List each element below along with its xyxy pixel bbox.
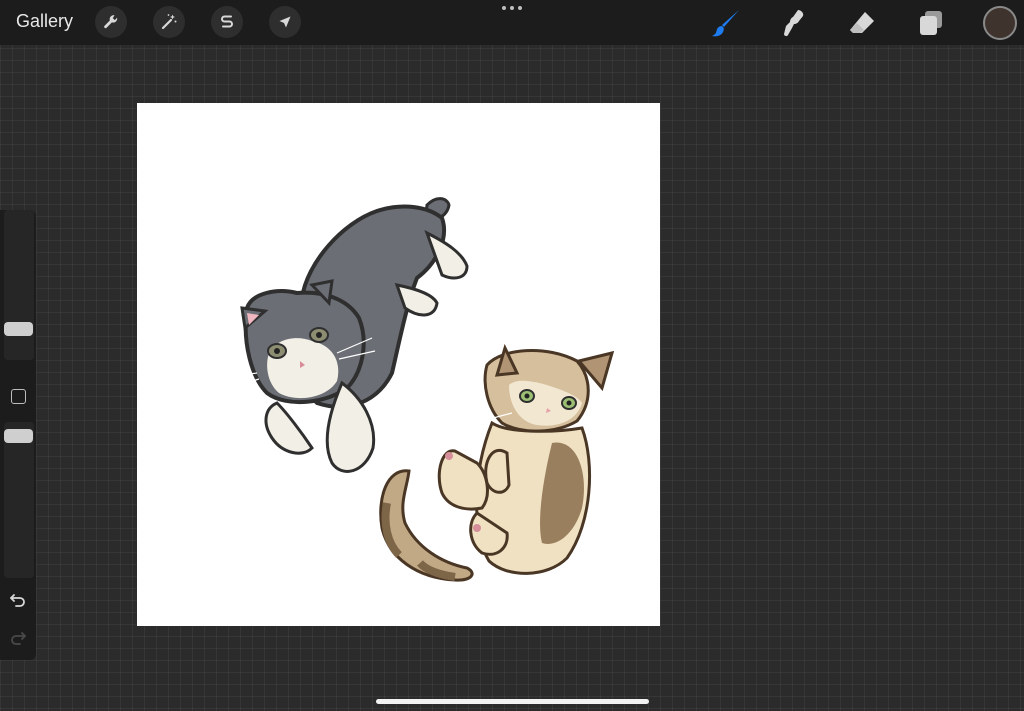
gallery-button[interactable]: Gallery (16, 11, 73, 32)
actions-button[interactable] (95, 6, 127, 38)
eraser-icon (850, 12, 874, 33)
modify-square-icon[interactable] (11, 389, 26, 404)
color-picker-swatch[interactable] (983, 6, 1017, 40)
eraser-tool-button[interactable] (845, 6, 879, 40)
drawing-canvas[interactable] (137, 103, 660, 626)
undo-icon[interactable] (9, 592, 27, 608)
smudge-tool-button[interactable] (777, 6, 811, 40)
brush-icon (712, 10, 739, 37)
brush-size-slider-thumb[interactable] (4, 321, 33, 336)
top-toolbar: Gallery (0, 0, 1024, 45)
more-options-dots-icon[interactable] (502, 6, 522, 14)
redo-icon[interactable] (9, 630, 27, 646)
selection-s-icon (221, 15, 233, 28)
selection-button[interactable] (211, 6, 243, 38)
left-sidebar (0, 210, 36, 660)
opacity-slider-thumb[interactable] (4, 429, 33, 444)
adjustments-button[interactable] (153, 6, 185, 38)
layers-icon (920, 11, 942, 35)
wrench-icon (104, 15, 118, 29)
transform-button[interactable] (269, 6, 301, 38)
brush-tool-button[interactable] (709, 6, 743, 40)
brush-size-slider[interactable] (4, 210, 34, 360)
layers-tool-button[interactable] (914, 6, 948, 40)
tabby-cat-illustration (379, 343, 616, 582)
smudge-icon (784, 10, 804, 37)
home-indicator[interactable] (376, 699, 649, 704)
gray-white-cat-illustration (221, 197, 469, 473)
opacity-slider[interactable] (4, 422, 34, 578)
magic-wand-icon (161, 14, 177, 30)
arrow-cursor-icon (279, 16, 291, 28)
